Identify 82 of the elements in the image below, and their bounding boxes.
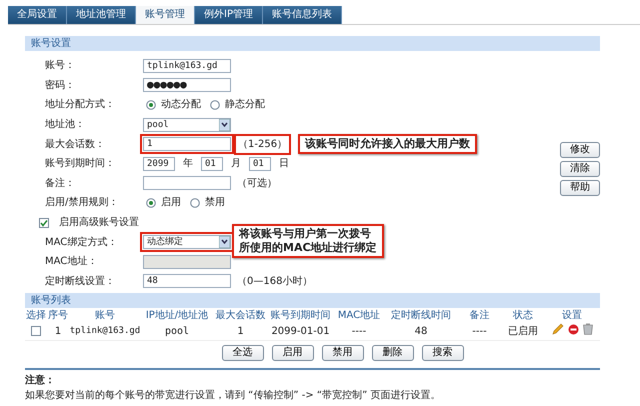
- field-hint: （0—168小时）: [237, 274, 312, 289]
- table-cell: 已启用: [502, 323, 544, 341]
- radio-label: 动态分配: [161, 98, 201, 112]
- input-field[interactable]: tplink@163.gd: [143, 58, 231, 73]
- list-button[interactable]: 禁用: [322, 345, 364, 362]
- field-label: MAC绑定方式：: [44, 236, 118, 250]
- dropdown-caret-icon[interactable]: [219, 236, 230, 248]
- unit-label: 月: [231, 157, 241, 172]
- table-cell: tplink@163.gd: [69, 323, 141, 341]
- list-button[interactable]: 搜索: [422, 345, 464, 362]
- list-button[interactable]: 全选: [222, 345, 264, 362]
- action-button[interactable]: 修改: [560, 142, 600, 158]
- column-header: 账号到期时间: [270, 308, 332, 324]
- annotation-callout: 该账号同时允许接入的最大用户数: [298, 134, 478, 154]
- action-button[interactable]: 清除: [560, 161, 600, 177]
- table-cell: ----: [333, 323, 385, 341]
- section-title: 账号列表: [25, 293, 600, 308]
- table-cell: pool: [141, 323, 213, 341]
- list-button[interactable]: 启用: [272, 345, 314, 362]
- field-label: 地址分配方式：: [44, 98, 116, 112]
- checkbox-label: 启用高级账号设置: [59, 216, 139, 230]
- pencil-icon[interactable]: [552, 323, 564, 336]
- field-label: 最大会话数：: [44, 138, 106, 152]
- checkbox[interactable]: [39, 218, 49, 228]
- tab[interactable]: 全局设置: [8, 6, 67, 24]
- disable-icon[interactable]: [568, 324, 578, 335]
- radio-button[interactable]: [210, 100, 220, 110]
- table-cell: 1: [47, 323, 69, 341]
- action-button[interactable]: 帮助: [560, 180, 600, 196]
- dropdown-caret-icon[interactable]: [219, 118, 230, 131]
- column-header: 最大会话数: [214, 308, 266, 324]
- note-title: 注意：: [25, 373, 55, 388]
- field-label: 启用/禁用规则：: [44, 196, 118, 210]
- field-label: 密码：: [44, 78, 76, 93]
- input-field[interactable]: [143, 176, 231, 190]
- field-label: 账号：: [44, 58, 76, 74]
- radio-label: 启用: [161, 196, 181, 210]
- radio-button[interactable]: [146, 100, 156, 110]
- input-field[interactable]: 1: [143, 137, 231, 152]
- column-header: IP地址/地址池: [144, 308, 210, 324]
- checkbox[interactable]: [31, 326, 41, 336]
- input-field[interactable]: ●●●●●●: [143, 78, 231, 92]
- table-cell: 48: [385, 323, 457, 341]
- field-label: MAC地址：: [44, 254, 98, 270]
- table-cell: 1: [213, 323, 268, 341]
- unit-label: 年: [183, 157, 193, 172]
- radio-button[interactable]: [146, 198, 156, 208]
- radio-label: 禁用: [205, 196, 225, 210]
- input-field[interactable]: 01: [201, 156, 223, 171]
- field-label: 账号到期时间：: [44, 156, 116, 172]
- table-cell: ----: [457, 323, 502, 341]
- trash-icon[interactable]: [582, 323, 592, 336]
- dropdown[interactable]: 动态绑定: [143, 235, 231, 250]
- column-header: 选择: [25, 308, 47, 324]
- field-label: 地址池：: [44, 118, 86, 132]
- input-field[interactable]: 01: [249, 156, 271, 171]
- dropdown[interactable]: pool: [143, 118, 231, 132]
- annotation-callout: 将该账号与用户第一次拨号 所使用的MAC地址进行绑定: [232, 224, 384, 258]
- column-header: 账号: [94, 308, 116, 324]
- radio-label: 静态分配: [225, 98, 265, 112]
- column-header: 备注: [468, 308, 490, 324]
- column-header: 设置: [561, 308, 583, 324]
- list-button[interactable]: 删除: [372, 345, 414, 362]
- field-hint: （1-256）: [237, 136, 288, 152]
- input-field[interactable]: 48: [143, 274, 231, 288]
- note-text: 如果您要对当前的每个账号的带宽进行设置，请到 “传输控制” -> “带宽控制” 页面进行设置。: [25, 388, 440, 404]
- tab[interactable]: 账号信息列表: [262, 6, 342, 24]
- column-header: 定时断线时间: [390, 308, 452, 324]
- tab[interactable]: 例外IP管理: [195, 6, 263, 24]
- section-title: 账号设置: [25, 36, 600, 51]
- column-header: 状态: [512, 308, 534, 324]
- field-hint: （可选）: [237, 176, 277, 191]
- column-header: MAC地址: [336, 308, 382, 324]
- field-label: 备注：: [44, 176, 76, 191]
- tab[interactable]: 账号管理: [136, 6, 195, 24]
- input-field[interactable]: 2099: [143, 156, 175, 171]
- radio-button[interactable]: [190, 198, 200, 208]
- table-cell: 2099-01-01: [268, 323, 333, 341]
- field-label: 定时断线设置：: [44, 274, 116, 289]
- unit-label: 日: [279, 157, 289, 172]
- column-header: 序号: [47, 308, 69, 324]
- tab[interactable]: 地址池管理: [67, 6, 136, 24]
